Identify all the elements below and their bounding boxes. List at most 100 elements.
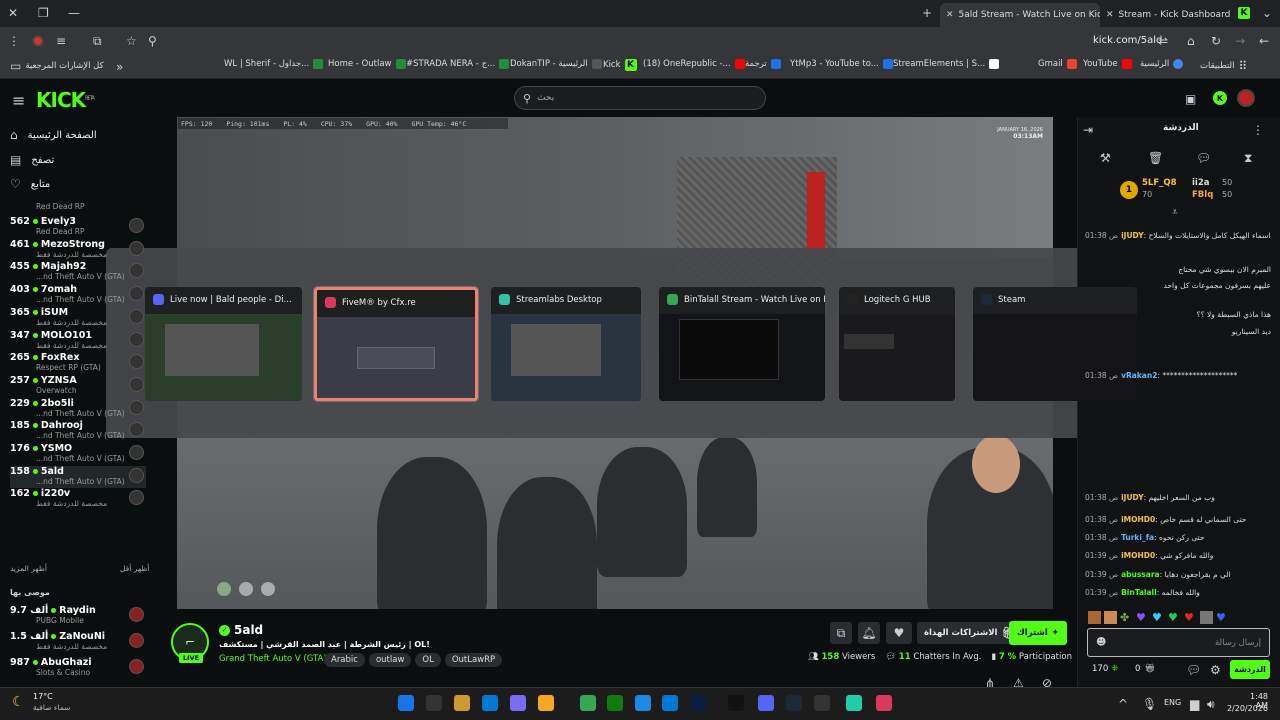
taskbar-app-icon[interactable] xyxy=(426,695,442,711)
taskbar-app-icon[interactable] xyxy=(580,695,596,711)
back-icon[interactable]: ← xyxy=(1259,34,1269,48)
switcher-window[interactable]: Logitech G HUB xyxy=(839,287,955,401)
taskbar-app-icon[interactable] xyxy=(814,695,830,711)
stream-tag[interactable]: OL xyxy=(415,653,441,667)
sidebar-channel[interactable]: 265 FoxRex Respect RP (GTA) xyxy=(10,352,146,374)
message-user[interactable]: BinTalall xyxy=(1121,588,1157,597)
bookmark-item[interactable]: التطبيقات ⠿ xyxy=(1200,59,1247,73)
taskbar-app-icon[interactable] xyxy=(728,695,744,711)
subscribe-button[interactable]: اشتراك ✦ xyxy=(1009,621,1067,645)
taskbar-app-icon[interactable] xyxy=(538,695,554,711)
stream-tag[interactable]: Arabic xyxy=(324,653,365,667)
sidebar-channel[interactable]: 455 Majah92 ...nd Theft Auto V (GTA) xyxy=(10,261,146,283)
message-user[interactable]: iMOHD0 xyxy=(1121,515,1155,524)
emote-icon[interactable]: ♥ xyxy=(1184,611,1197,624)
switcher-window[interactable]: FiveM® by Cfx.re xyxy=(314,287,478,401)
stream-category[interactable]: Grand Theft Auto V (GTA) xyxy=(219,654,327,664)
emoji-icon[interactable]: ☻ xyxy=(1096,637,1106,648)
url-text[interactable]: kick.com/5ald xyxy=(1093,35,1162,46)
leader-name[interactable]: ii2a xyxy=(1192,178,1209,188)
trash-icon[interactable]: 🗑︎ xyxy=(1148,151,1163,165)
leader-name[interactable]: FBlq xyxy=(1192,190,1213,200)
taskbar-app-icon[interactable] xyxy=(846,695,862,711)
bookmark-all[interactable]: ▭ كل الإشارات المرجعية xyxy=(10,59,104,73)
chat-bubble-icon[interactable]: 💬︎ xyxy=(1196,151,1211,165)
bookmark-item[interactable]: YouTube xyxy=(1083,59,1132,69)
bookmark-item[interactable]: Gmail xyxy=(1038,59,1077,69)
taskbar-app-icon[interactable] xyxy=(454,695,470,711)
tab-kick-dashboard[interactable]: ✕ Stream - Kick Dashboard xyxy=(1100,3,1250,27)
new-tab-icon[interactable]: + xyxy=(922,6,932,20)
gift-count[interactable]: 0 🎁︎ xyxy=(1135,664,1155,674)
user-avatar[interactable] xyxy=(1237,89,1255,107)
tray-chevron-icon[interactable]: ^ xyxy=(1118,697,1128,711)
recommended-channel[interactable]: 987 AbuGhazi Slots & Casino xyxy=(10,657,146,679)
expand-leaderboard-icon[interactable]: ⩡ xyxy=(1172,207,1178,218)
close-tab-icon[interactable]: ✕ xyxy=(1106,10,1114,20)
settings-gear-icon[interactable]: ⚙ xyxy=(1210,663,1221,677)
profile-avatar[interactable] xyxy=(32,35,44,47)
network-icon[interactable]: ▆ xyxy=(1190,697,1199,711)
switcher-window[interactable]: BinTalall Stream - Watch Live on Ki... xyxy=(659,287,825,401)
bookmark-item[interactable]: StreamElements | S... xyxy=(893,59,1000,69)
media-controls-icon[interactable]: ≡ xyxy=(56,34,66,48)
sidebar-channel[interactable]: 162 i220v مخصصة للدردشة فقط xyxy=(10,488,146,510)
stream-tag[interactable]: outlaw xyxy=(368,653,412,667)
taskbar-app-icon[interactable] xyxy=(398,695,414,711)
taskbar-app-icon[interactable] xyxy=(510,695,526,711)
emote-icon[interactable]: ♥ xyxy=(1216,611,1229,624)
chat-input[interactable]: ☻ إرسال رسالة xyxy=(1087,628,1270,657)
volume-icon[interactable]: 🔊︎ xyxy=(1207,697,1215,712)
message-user[interactable]: Turki_fa xyxy=(1121,533,1154,542)
more-bookmarks-icon[interactable]: » xyxy=(116,60,123,74)
chat-bubble-icon[interactable]: 💬︎ xyxy=(1186,663,1201,677)
taskbar-app-icon[interactable] xyxy=(662,695,678,711)
kick-badge-icon[interactable]: K xyxy=(1213,91,1227,105)
notify-button[interactable]: 🔔︎ xyxy=(858,622,880,644)
taskbar-app-icon[interactable] xyxy=(607,695,623,711)
clock-date[interactable]: 2/20/2026 xyxy=(1224,704,1268,713)
nav-browse[interactable]: ▤ تصفح xyxy=(10,153,54,167)
message-user[interactable]: vRakan2 xyxy=(1121,371,1157,380)
emote-icon[interactable] xyxy=(1200,611,1213,624)
bookmark-item[interactable]: Home - Outlaw xyxy=(328,59,406,69)
emote-icon[interactable]: ✤ xyxy=(1120,611,1133,624)
search-input[interactable]: ⚲ بحث xyxy=(514,86,766,110)
kick-logo[interactable]: KICKBETA xyxy=(36,88,95,112)
message-user[interactable]: iMOHD0 xyxy=(1121,551,1155,560)
switcher-window[interactable]: Live now | Bald people - Di... xyxy=(145,287,302,401)
sidebar-channel[interactable]: 185 Dahrooj ...nd Theft Auto V (GTA) xyxy=(10,420,146,442)
bookmark-item[interactable]: #STRADA NERA - ج... xyxy=(406,59,510,69)
menu-dots-icon[interactable]: ⋮ xyxy=(8,34,20,48)
sidebar-channel[interactable]: 176 YSMO ...nd Theft Auto V (GTA) xyxy=(10,443,146,465)
gift-subs-button[interactable]: الاشتراكات الهداة🎁︎ xyxy=(917,622,1024,644)
switcher-window[interactable]: Steam xyxy=(973,287,1137,401)
recommended-channel[interactable]: 1.5 ألف ZaNouNi مخصصة للدردشة فقط xyxy=(10,631,146,653)
reload-icon[interactable]: ↻ xyxy=(1211,34,1221,48)
tab-search-icon[interactable]: ⌄ xyxy=(1262,6,1272,20)
taskbar-app-icon[interactable] xyxy=(758,695,774,711)
sidebar-channel[interactable]: 403 7omah ...nd Theft Auto V (GTA) xyxy=(10,284,146,306)
show-less-link[interactable]: أظهر أقل xyxy=(120,564,149,573)
switcher-window[interactable]: Streamlabs Desktop xyxy=(491,287,641,401)
close-tab-icon[interactable]: ✕ xyxy=(946,10,954,20)
forward-icon[interactable]: → xyxy=(1235,34,1245,48)
channel-points[interactable]: 170 ⁜ xyxy=(1092,664,1118,674)
emote-icon[interactable] xyxy=(1088,611,1101,624)
taskbar-app-icon[interactable] xyxy=(876,695,892,711)
clip-button[interactable]: ⧉ xyxy=(830,622,852,644)
favorite-button[interactable]: ♥ xyxy=(886,622,912,644)
emote-icon[interactable]: ♥ xyxy=(1152,611,1165,624)
extensions-icon[interactable]: ⧉ xyxy=(93,34,102,49)
sidebar-channel[interactable]: 257 YZNSA Overwatch xyxy=(10,375,146,397)
leader-name[interactable]: 5LF_Q8 xyxy=(1142,178,1177,188)
sidebar-channel[interactable]: 461 MezoStrong مخصصة للدردشة فقط xyxy=(10,239,146,261)
bookmark-item[interactable]: WL | Sherif - جداول... xyxy=(224,59,324,69)
emote-icon[interactable]: ♥ xyxy=(1136,611,1149,624)
bookmark-item[interactable]: Kick K xyxy=(603,59,637,71)
message-user[interactable]: iJUDY xyxy=(1121,231,1144,240)
site-settings-icon[interactable]: ⇌ xyxy=(1158,34,1168,48)
mod-hammer-icon[interactable]: ⚒ xyxy=(1100,151,1111,165)
dashboard-icon[interactable]: ▣ xyxy=(1185,92,1196,106)
recommended-channel[interactable]: 9.7 ألف Raydin PUBG Mobile xyxy=(10,605,146,627)
